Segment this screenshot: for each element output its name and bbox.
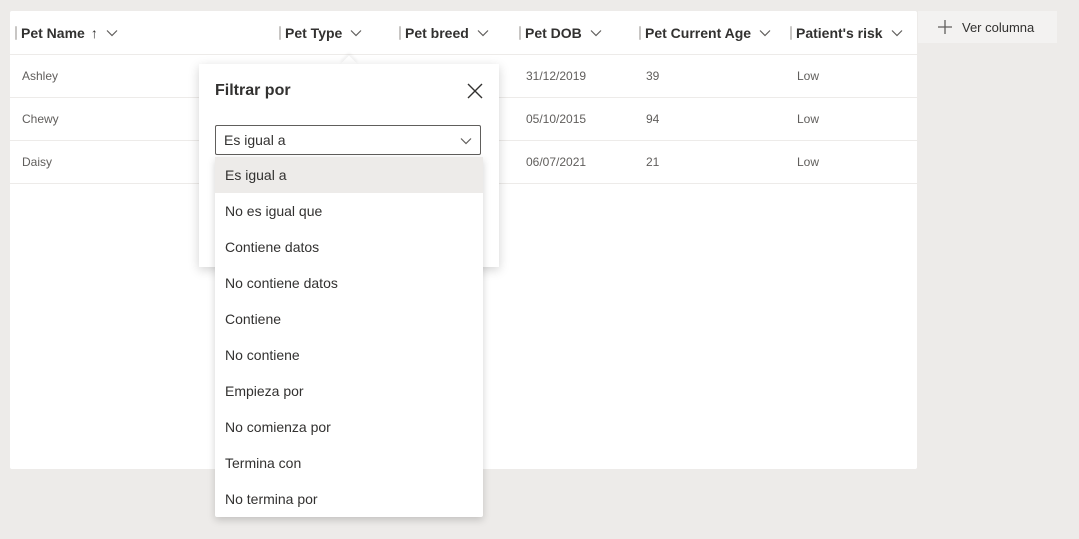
- dropdown-option[interactable]: Contiene: [215, 301, 483, 337]
- grid-header-row: Pet Name ↑ Pet Type Pet breed Pet DOB Pe…: [10, 11, 917, 55]
- column-header-pet-current-age[interactable]: Pet Current Age: [639, 11, 771, 54]
- cell-pet-name: Daisy: [22, 155, 53, 169]
- dropdown-option[interactable]: Termina con: [215, 445, 483, 481]
- column-header-label: Pet Name: [21, 24, 85, 41]
- dropdown-option[interactable]: Empieza por: [215, 373, 483, 409]
- column-header-pet-dob[interactable]: Pet DOB: [519, 11, 602, 54]
- dropdown-option[interactable]: No comienza por: [215, 409, 483, 445]
- chevron-down-icon: [460, 138, 472, 145]
- cell-patient-risk: Low: [797, 155, 820, 169]
- column-header-pet-type[interactable]: Pet Type: [279, 11, 362, 54]
- column-header-label: Pet Type: [285, 24, 343, 41]
- dropdown-option[interactable]: No es igual que: [215, 193, 483, 229]
- dropdown-option[interactable]: No contiene datos: [215, 265, 483, 301]
- column-header-label: Pet DOB: [525, 24, 582, 41]
- column-header-pet-breed[interactable]: Pet breed: [399, 11, 489, 54]
- cell-pet-age: 21: [646, 155, 660, 169]
- sort-ascending-icon: ↑: [90, 24, 98, 41]
- column-header-pet-name[interactable]: Pet Name ↑: [15, 11, 118, 54]
- column-header-patients-risk[interactable]: Patient's risk: [790, 11, 903, 54]
- column-grip[interactable]: [790, 25, 792, 40]
- column-grip[interactable]: [399, 25, 401, 40]
- cell-patient-risk: Low: [797, 112, 820, 126]
- close-icon[interactable]: [464, 80, 486, 102]
- column-grip[interactable]: [279, 25, 281, 40]
- add-column-button[interactable]: Ver columna: [918, 11, 1057, 43]
- chevron-down-icon[interactable]: [477, 27, 489, 39]
- column-grip[interactable]: [15, 25, 17, 40]
- cell-pet-name: Chewy: [22, 112, 59, 126]
- add-column-label: Ver columna: [962, 19, 1035, 35]
- dropdown-option[interactable]: No termina por: [215, 481, 483, 517]
- dropdown-option[interactable]: Es igual a: [215, 157, 483, 193]
- plus-icon: [938, 20, 952, 34]
- filter-operator-value: Es igual a: [224, 132, 286, 148]
- column-grip[interactable]: [519, 25, 521, 40]
- chevron-down-icon[interactable]: [590, 27, 602, 39]
- filter-title: Filtrar por: [215, 82, 291, 99]
- cell-pet-dob: 31/12/2019: [526, 69, 587, 83]
- column-header-label: Pet Current Age: [645, 24, 752, 41]
- filter-operator-dropdown: Es igual a No es igual que Contiene dato…: [215, 157, 483, 517]
- column-grip[interactable]: [639, 25, 641, 40]
- chevron-down-icon[interactable]: [350, 27, 362, 39]
- dropdown-option[interactable]: No contiene: [215, 337, 483, 373]
- cell-pet-age: 94: [646, 112, 660, 126]
- dropdown-option[interactable]: Contiene datos: [215, 229, 483, 265]
- chevron-down-icon[interactable]: [759, 27, 771, 39]
- column-header-label: Pet breed: [405, 24, 469, 41]
- chevron-down-icon[interactable]: [891, 27, 903, 39]
- cell-pet-name: Ashley: [22, 69, 59, 83]
- cell-pet-dob: 05/10/2015: [526, 112, 587, 126]
- cell-pet-age: 39: [646, 69, 660, 83]
- cell-pet-dob: 06/07/2021: [526, 155, 587, 169]
- column-header-label: Patient's risk: [796, 24, 883, 41]
- chevron-down-icon[interactable]: [106, 27, 118, 39]
- filter-operator-select[interactable]: Es igual a: [215, 125, 481, 155]
- cell-patient-risk: Low: [797, 69, 820, 83]
